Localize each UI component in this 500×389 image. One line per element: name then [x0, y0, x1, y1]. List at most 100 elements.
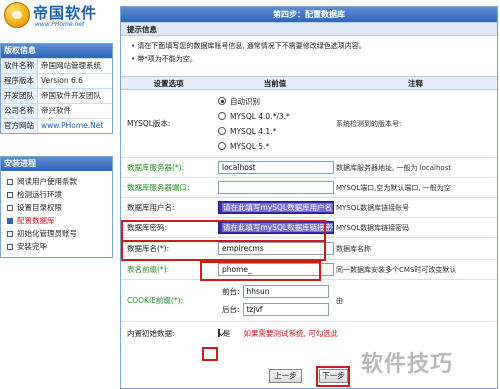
radio-label: MYSQL 4.1.* — [230, 126, 277, 136]
field-value-cell: empirecms — [216, 242, 334, 255]
info-key: 公司名称 — [1, 104, 38, 118]
step-item: 初始化管理员账号 — [7, 227, 112, 240]
field-label: 内置初始数据: — [127, 328, 175, 338]
field-note: 数据库服务器地址, 一般为 localhost — [336, 163, 452, 172]
install-steps-panel: 安装进程 阅读用户使用条款 检测运行环境 设置目录权限 配置数据库 初始化管理员… — [0, 156, 113, 258]
cookie-back-input[interactable]: tzjvf — [242, 303, 329, 316]
table-prefix-input[interactable]: phome_ — [218, 263, 334, 276]
step-bullet-icon — [7, 191, 13, 198]
step-item: 设置目录权限 — [7, 201, 112, 214]
field-note: MYSQL端口,空为默认端口, 一般为空 — [336, 183, 451, 192]
field-label: 数据库服务器(*): — [127, 163, 185, 172]
db-user-input[interactable]: 请在此填写mySQL数据库用户名 — [218, 201, 334, 214]
cookie-front-line: 前台: hhsun — [218, 283, 334, 301]
info-row: 开发团队 帝国软件开发团队 — [1, 88, 112, 103]
step-bullet-icon — [7, 178, 13, 185]
info-row: 程序版本 Version 6.6 — [1, 73, 112, 88]
info-value: 帝国软件开发团队 — [41, 91, 101, 100]
radio-option[interactable]: MYSQL 4.1.* — [218, 124, 334, 139]
cookie-front-label: 前台: — [222, 287, 240, 296]
radio-icon[interactable] — [218, 112, 226, 120]
field-value-cell: 前台: hhsun 后台: tzjvf — [216, 283, 334, 319]
info-value[interactable]: www.PHome.Net — [38, 119, 112, 133]
column-header: 当前值 — [263, 79, 287, 88]
db-password-input[interactable]: 请在此填写mySQL数据库链接密码 — [218, 221, 334, 234]
db-user-row: 数据库用户名: 请在此填写mySQL数据库用户名 MYSQL数据库链接账号 — [121, 198, 497, 218]
mysql-version-options: 自动识别 MYSQL 4.0.*/3.* MYSQL 4.1.* MYSQL 5… — [216, 94, 334, 154]
cookie-prefix-row: COOKIE前缀(*): 前台: hhsun 后台: tzjvf 由 — [121, 280, 497, 322]
step-bullet-active-icon — [7, 217, 13, 224]
step-label: 配置数据库 — [17, 216, 55, 225]
mysql-version-row: MYSQL版本: 自动识别 MYSQL 4.0.*/3.* MYSQL 4.1.… — [121, 90, 497, 158]
cookie-front-input[interactable]: hhsun — [242, 285, 329, 298]
radio-option[interactable]: 自动识别 — [218, 94, 334, 109]
step-label: 检测运行环境 — [17, 190, 62, 199]
table-prefix-row: 表名前缀(*): phome_ 同一数据库安装多个CMS时可改变默认 — [121, 260, 497, 280]
info-value: 帝国网站管理系统 — [41, 61, 101, 70]
init-data-checkbox[interactable] — [218, 329, 220, 337]
db-name-input[interactable]: empirecms — [218, 242, 334, 255]
info-row: 官方网站 www.PHome.Net — [1, 118, 112, 133]
info-key: 开发团队 — [1, 89, 38, 103]
server-row: 数据库服务器(*): localhost 数据库服务器地址, 一般为 local… — [121, 158, 497, 178]
server-input[interactable]: localhost — [218, 161, 334, 174]
info-key: 软件名称 — [1, 59, 38, 73]
field-note: MYSQL数据库链接密码 — [336, 223, 410, 232]
port-row: 数据库服务器端口: MYSQL端口,空为默认端口, 一般为空 — [121, 178, 497, 198]
next-step-button[interactable]: 下一步 — [319, 369, 348, 383]
port-input[interactable] — [218, 181, 334, 194]
logo-url: www.PHome.net — [35, 21, 85, 28]
step-item: 安装完毕 — [7, 240, 112, 253]
step-item: 阅读用户使用条款 — [7, 175, 112, 188]
field-label: 数据库服务器端口: — [127, 183, 190, 192]
step-item: 检测运行环境 — [7, 188, 112, 201]
field-label: 数据库名(*): — [127, 244, 170, 253]
step-bullet-icon — [7, 230, 13, 237]
radio-label: MYSQL 5.* — [230, 141, 270, 151]
info-key: 程序版本 — [1, 74, 38, 88]
cookie-back-label: 后台: — [222, 305, 240, 314]
field-note: 系统检测到的版本号: — [336, 119, 402, 128]
step-label: 安装完毕 — [17, 242, 47, 251]
db-name-row: 数据库名(*): empirecms 数据库名称 — [121, 238, 497, 260]
watermark: 软件技巧 — [361, 352, 454, 377]
step-label: 初始化管理员账号 — [17, 229, 77, 238]
radio-option[interactable]: MYSQL 5.* — [218, 139, 334, 154]
field-note: 数据库名称 — [336, 244, 371, 253]
column-header: 设置选项 — [153, 79, 184, 88]
db-user-value: 请在此填写mySQL数据库用户名 — [222, 203, 333, 212]
field-value-cell: 是 如果需要测试系统, 可勾选此 — [216, 328, 338, 339]
field-label: COOKIE前缀(*): — [127, 296, 184, 305]
field-value-cell — [216, 181, 334, 194]
db-password-value: 请在此填写mySQL数据库链接密码 — [222, 223, 333, 232]
field-note: MYSQL数据库链接账号 — [336, 203, 410, 212]
field-value-cell: 请在此填写mySQL数据库链接密码 — [216, 221, 334, 234]
info-value: Version 6.6 — [41, 76, 83, 85]
field-note: 由 — [336, 296, 343, 305]
init-data-note: 如果需要测试系统, 可勾选此 — [243, 328, 339, 338]
field-value-cell: 请在此填写mySQL数据库用户名 — [216, 201, 334, 214]
step-item-current: 配置数据库 — [7, 214, 112, 227]
info-key: 官方网站 — [1, 119, 38, 133]
radio-selected-icon[interactable] — [218, 97, 226, 105]
page-title: 第四步：配置数据库 — [121, 7, 497, 22]
copyright-panel-title: 版权信息 — [1, 44, 112, 58]
info-value: 帝兴软件 — [41, 106, 71, 115]
field-label: 数据库用户名: — [127, 203, 175, 212]
radio-icon[interactable] — [218, 127, 226, 135]
step-bullet-icon — [7, 243, 13, 250]
logo: 帝国软件 www.PHome.net — [0, 0, 113, 34]
field-label: 数据库密码: — [127, 223, 168, 232]
field-label: MYSQL版本: — [127, 119, 171, 128]
radio-icon[interactable] — [218, 142, 226, 150]
field-value-cell: phome_ — [216, 263, 334, 276]
step-label: 阅读用户使用条款 — [17, 177, 77, 186]
logo-icon — [4, 2, 30, 28]
tips: • 请在下面填写您的数据库账号信息, 通常情况下不需要修改绿色选项内容。 • 带… — [121, 36, 497, 70]
radio-option[interactable]: MYSQL 4.0.*/3.* — [218, 109, 334, 124]
table-header: 设置选项 当前值 注释 — [121, 76, 497, 90]
column-header: 注释 — [408, 79, 423, 88]
field-value-cell: localhost — [216, 161, 334, 174]
step-list: 阅读用户使用条款 检测运行环境 设置目录权限 配置数据库 初始化管理员账号 安装… — [1, 171, 112, 257]
prev-step-button[interactable]: 上一步 — [269, 369, 302, 383]
